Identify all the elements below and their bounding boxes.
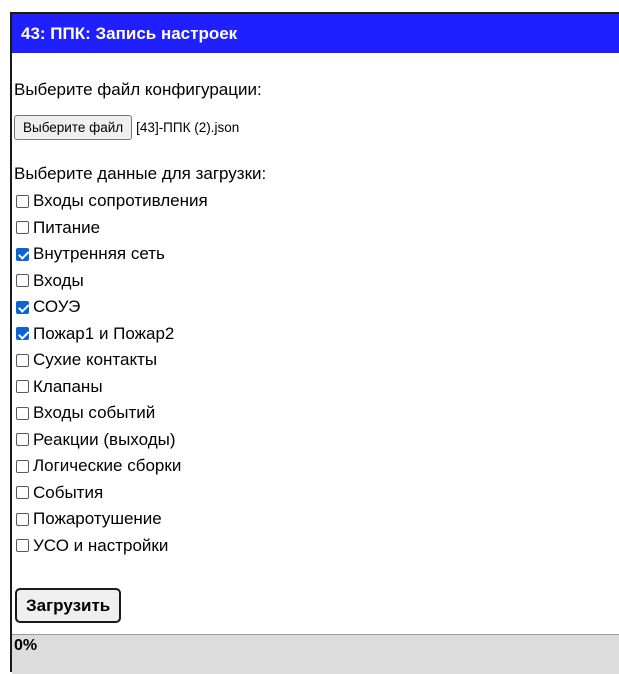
checkbox-item[interactable]: Клапаны <box>16 374 208 401</box>
panel-title: 43: ППК: Запись настроек <box>12 14 619 53</box>
checkbox-item[interactable]: Внутренняя сеть <box>16 241 208 268</box>
checkbox-unchecked-icon[interactable] <box>16 353 29 367</box>
checkbox-item[interactable]: Сухие контакты <box>16 347 208 374</box>
file-select-label: Выберите файл конфигурации: <box>14 80 262 99</box>
data-checkbox-list: Входы сопротивления Питание Внутренняя с… <box>16 188 208 559</box>
checkbox-unchecked-icon[interactable] <box>16 433 29 447</box>
checkbox-label: СОУЭ <box>33 297 81 317</box>
checkbox-unchecked-icon[interactable] <box>16 539 29 553</box>
checkbox-unchecked-icon[interactable] <box>16 512 29 526</box>
checkbox-unchecked-icon[interactable] <box>16 459 29 473</box>
checkbox-item[interactable]: Логические сборки <box>16 453 208 480</box>
checkbox-label: Пожаротушение <box>33 509 162 529</box>
checkbox-unchecked-icon[interactable] <box>16 221 29 235</box>
checkbox-unchecked-icon[interactable] <box>16 380 29 394</box>
checkbox-label: Клапаны <box>33 376 103 396</box>
checkbox-item[interactable]: Входы <box>16 268 208 295</box>
checkbox-label: Внутренняя сеть <box>33 244 165 264</box>
checkbox-item[interactable]: Входы событий <box>16 400 208 427</box>
checkbox-label: Входы <box>33 270 84 290</box>
checkbox-label: Питание <box>33 217 101 237</box>
checkbox-label: УСО и настройки <box>33 535 169 555</box>
upload-progress-bar: 0% <box>12 634 619 674</box>
checkbox-item[interactable]: Пожар1 и Пожар2 <box>16 321 208 348</box>
checkbox-label: Входы событий <box>33 403 156 423</box>
checkbox-label: Логические сборки <box>33 456 182 476</box>
checkbox-label: События <box>33 482 104 502</box>
checkbox-label: Реакции (выходы) <box>33 429 176 449</box>
data-select-label: Выберите данные для загрузки: <box>14 164 267 183</box>
choose-file-button[interactable]: Выберите файл <box>14 115 133 140</box>
checkbox-item[interactable]: Реакции (выходы) <box>16 427 208 454</box>
file-input-row: Выберите файл [43]-ППК (2).json <box>14 115 239 140</box>
checkbox-item[interactable]: Входы сопротивления <box>16 188 208 215</box>
checkbox-checked-icon[interactable] <box>16 247 29 261</box>
settings-panel: 43: ППК: Запись настроек Выберите файл к… <box>10 12 619 674</box>
progress-percent-label: 0% <box>14 637 38 654</box>
checkbox-checked-icon[interactable] <box>16 327 29 341</box>
checkbox-label: Пожар1 и Пожар2 <box>33 323 175 343</box>
selected-file-name: [43]-ППК (2).json <box>136 120 240 135</box>
checkbox-label: Входы сопротивления <box>33 191 208 211</box>
upload-button[interactable]: Загрузить <box>15 588 122 623</box>
checkbox-checked-icon[interactable] <box>16 300 29 314</box>
checkbox-item[interactable]: СОУЭ <box>16 294 208 321</box>
checkbox-item[interactable]: УСО и настройки <box>16 533 208 560</box>
checkbox-label: Сухие контакты <box>33 350 158 370</box>
checkbox-item[interactable]: Пожаротушение <box>16 506 208 533</box>
checkbox-item[interactable]: Питание <box>16 215 208 242</box>
checkbox-unchecked-icon[interactable] <box>16 194 29 208</box>
checkbox-unchecked-icon[interactable] <box>16 274 29 288</box>
checkbox-item[interactable]: События <box>16 480 208 507</box>
checkbox-unchecked-icon[interactable] <box>16 406 29 420</box>
checkbox-unchecked-icon[interactable] <box>16 486 29 500</box>
